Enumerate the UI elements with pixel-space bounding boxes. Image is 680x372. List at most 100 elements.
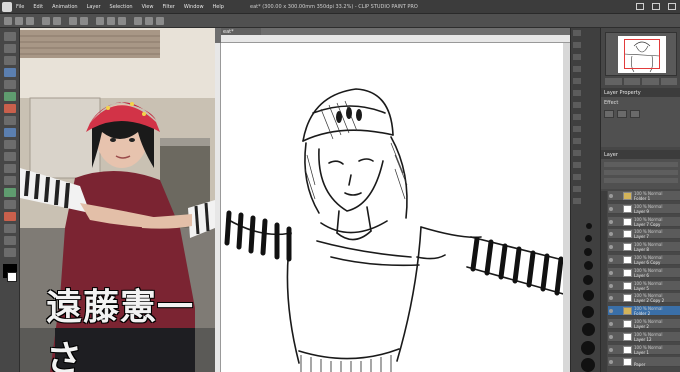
visibility-eye-icon[interactable]: [609, 245, 613, 250]
visibility-eye-icon[interactable]: [609, 270, 613, 275]
selection-tool-icon[interactable]: [4, 68, 16, 77]
visibility-eye-icon[interactable]: [609, 232, 613, 237]
sub-tool-item[interactable]: [573, 186, 581, 192]
visibility-eye-icon[interactable]: [609, 347, 613, 352]
open-file-icon[interactable]: [15, 17, 23, 25]
canvas-vertical-scrollbar[interactable]: [563, 43, 570, 372]
visibility-eye-icon[interactable]: [609, 194, 613, 198]
brush-size-dot[interactable]: [583, 275, 593, 285]
fit-icon[interactable]: [642, 78, 659, 85]
airbrush-tool-icon[interactable]: [4, 140, 16, 149]
layer-panel-header[interactable]: Layer: [601, 150, 680, 159]
sub-tool-item[interactable]: [573, 126, 581, 132]
layer-row[interactable]: 100 % Normal Layer 6: [608, 267, 680, 278]
layer-row[interactable]: 100 % Normal Folder 1: [608, 191, 680, 201]
layer-list-scrollbar[interactable]: [601, 191, 607, 372]
minimize-icon[interactable]: [636, 3, 644, 10]
visibility-eye-icon[interactable]: [609, 283, 613, 288]
zoom-tool-icon[interactable]: [4, 32, 16, 41]
layer-row[interactable]: 100 % Normal Layer 9: [608, 203, 680, 214]
effect-border-button[interactable]: [604, 110, 614, 118]
layer-row[interactable]: 100 % Normal Layer 5: [608, 280, 680, 291]
menu-item-help[interactable]: Help: [213, 4, 224, 10]
layer-property-header[interactable]: Layer Property: [601, 88, 680, 97]
visibility-eye-icon[interactable]: [609, 360, 613, 365]
brush-size-dot[interactable]: [583, 290, 594, 301]
effect-tone-button[interactable]: [617, 110, 627, 118]
transform-icon[interactable]: [96, 17, 104, 25]
frame-tool-icon[interactable]: [4, 224, 16, 233]
layer-row[interactable]: 100 % Normal Folder 2: [608, 306, 680, 317]
undo-icon[interactable]: [42, 17, 50, 25]
layer-row[interactable]: Paper: [608, 357, 680, 368]
sub-tool-item[interactable]: [573, 66, 581, 72]
layer-options-row[interactable]: [604, 178, 678, 183]
sub-tool-item[interactable]: [573, 54, 581, 60]
menu-item-filter[interactable]: Filter: [162, 4, 174, 10]
menu-item-layer[interactable]: Layer: [87, 4, 101, 10]
decoration-tool-icon[interactable]: [4, 152, 16, 161]
maximize-icon[interactable]: [652, 3, 660, 10]
navigator-view-frame[interactable]: [624, 39, 660, 69]
pencil-tool-icon[interactable]: [4, 116, 16, 125]
brush-size-dot[interactable]: [585, 235, 592, 242]
ruler-snap-icon[interactable]: [145, 17, 153, 25]
drawing-canvas[interactable]: [221, 43, 570, 372]
sub-color-swatch[interactable]: [7, 272, 17, 282]
zoom-in-icon[interactable]: [623, 78, 640, 85]
layer-row[interactable]: 100 % Normal Layer 2: [608, 319, 680, 329]
brush-tool-icon[interactable]: [4, 128, 16, 137]
sub-tool-item[interactable]: [573, 114, 581, 120]
brush-size-dot[interactable]: [581, 358, 595, 372]
menu-item-edit[interactable]: Edit: [33, 4, 43, 10]
visibility-eye-icon[interactable]: [609, 219, 613, 224]
layer-row[interactable]: 100 % Normal Layer 2 Copy 2: [608, 293, 680, 304]
figure-tool-icon[interactable]: [4, 212, 16, 221]
redo-icon[interactable]: [53, 17, 61, 25]
brush-size-dot[interactable]: [586, 223, 592, 229]
app-icon[interactable]: [2, 2, 12, 12]
layer-row[interactable]: 100 % Normal Layer 6 Copy: [608, 255, 680, 265]
sub-tool-item[interactable]: [573, 150, 581, 156]
gradient-tool-icon[interactable]: [4, 200, 16, 209]
layer-row[interactable]: 100 % Normal Layer 1: [608, 344, 680, 355]
layer-row[interactable]: 100 % Normal Layer 12: [608, 331, 680, 342]
auto-select-icon[interactable]: [4, 80, 16, 89]
sub-tool-item[interactable]: [573, 138, 581, 144]
opacity-slider[interactable]: [604, 170, 678, 175]
operation-tool-icon[interactable]: [4, 56, 16, 65]
fill-tool-icon[interactable]: [4, 188, 16, 197]
snap-icon[interactable]: [134, 17, 142, 25]
sub-tool-item[interactable]: [573, 174, 581, 180]
eyedropper-icon[interactable]: [4, 92, 16, 101]
brush-size-dot[interactable]: [581, 341, 595, 355]
visibility-eye-icon[interactable]: [609, 334, 613, 339]
invert-selection-icon[interactable]: [118, 17, 126, 25]
deselect-icon[interactable]: [107, 17, 115, 25]
visibility-eye-icon[interactable]: [609, 206, 613, 211]
layer-row[interactable]: 100 % Normal Layer 7 Copy: [608, 216, 680, 227]
brush-size-dot[interactable]: [582, 306, 594, 318]
grid-icon[interactable]: [156, 17, 164, 25]
clear-icon[interactable]: [69, 17, 77, 25]
text-tool-icon[interactable]: [4, 236, 16, 245]
menu-item-selection[interactable]: Selection: [110, 4, 133, 10]
close-icon[interactable]: [668, 3, 676, 10]
blend-mode-select[interactable]: [604, 162, 678, 167]
brush-size-dot[interactable]: [584, 261, 593, 270]
sub-tool-item[interactable]: [573, 78, 581, 84]
new-file-icon[interactable]: [4, 17, 12, 25]
effect-color-button[interactable]: [630, 110, 640, 118]
sub-tool-item[interactable]: [573, 162, 581, 168]
menu-item-view[interactable]: View: [142, 4, 154, 10]
sub-tool-item[interactable]: [573, 198, 581, 204]
sub-tool-item[interactable]: [573, 102, 581, 108]
menu-item-animation[interactable]: Animation: [52, 4, 78, 10]
move-tool-icon[interactable]: [4, 44, 16, 53]
blend-tool-icon[interactable]: [4, 176, 16, 185]
visibility-eye-icon[interactable]: [609, 296, 613, 301]
sub-tool-item[interactable]: [573, 90, 581, 96]
correct-line-tool-icon[interactable]: [4, 248, 16, 257]
rotate-icon[interactable]: [660, 78, 677, 85]
brush-size-dot[interactable]: [582, 323, 595, 336]
